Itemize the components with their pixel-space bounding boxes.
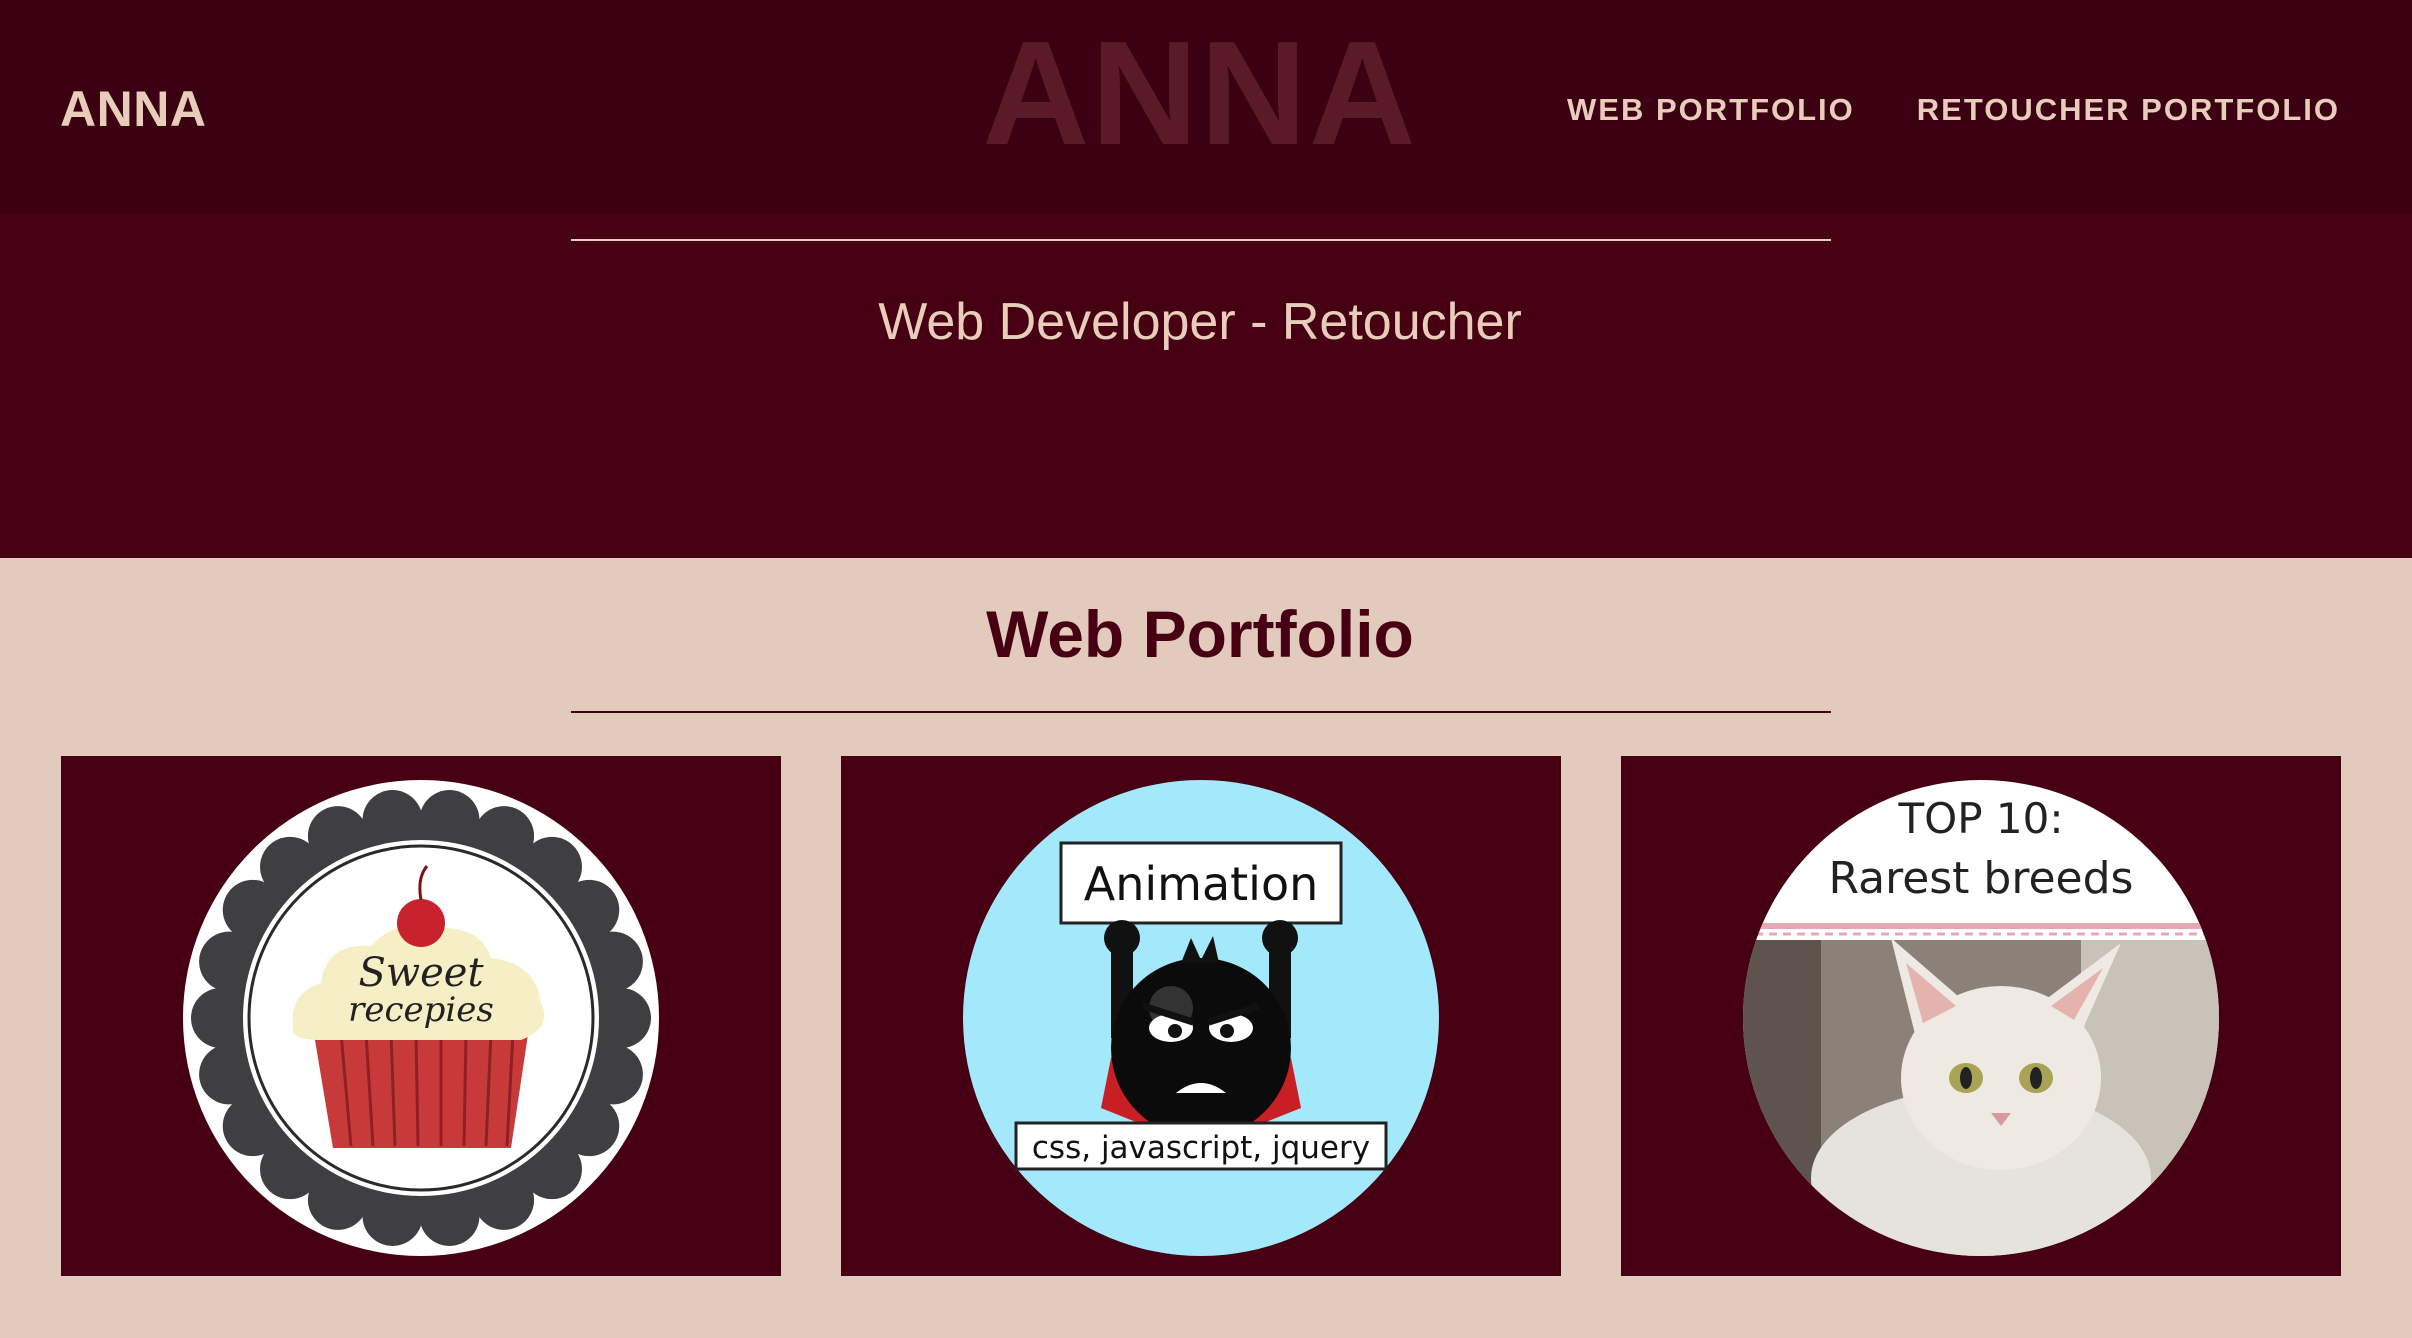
- brand-logo-link[interactable]: ANNA: [60, 80, 206, 138]
- angry-bomb-logo-icon: Animation css, javascript, jquery: [963, 780, 1439, 1256]
- nav-link-retoucher-portfolio[interactable]: RETOUCHER PORTFOLIO: [1917, 92, 2340, 128]
- portfolio-card-animation[interactable]: Animation css, javascript, jquery: [841, 756, 1561, 1276]
- scallop: [591, 988, 651, 1048]
- portfolio-card-sweet-recepies[interactable]: Sweet recepies: [61, 756, 781, 1276]
- hero-subtitle: Web Developer - Retoucher: [878, 293, 1522, 351]
- cupcake-label-line2: recepies: [348, 990, 494, 1030]
- animation-label-bottom: css, javascript, jquery: [1032, 1130, 1370, 1166]
- section-title-web-portfolio: Web Portfolio: [986, 597, 1414, 671]
- nav-link-web-portfolio[interactable]: WEB PORTFOLIO: [1567, 92, 1855, 128]
- animation-label-top: Animation: [1084, 857, 1319, 911]
- cat-photo-icon: TOP 10: Rarest breeds: [1743, 780, 2219, 1256]
- cupcake-logo-icon: Sweet recepies: [183, 780, 659, 1256]
- nav-links: WEB PORTFOLIO RETOUCHER PORTFOLIO: [1567, 92, 2340, 128]
- section-divider: [571, 711, 1831, 713]
- breeds-label-line2: Rarest breeds: [1829, 853, 2134, 904]
- breeds-label-line1: TOP 10:: [1898, 794, 2064, 843]
- top-divider: [571, 239, 1831, 241]
- scallop: [191, 988, 251, 1048]
- hero-section: ANNA ANNA WEB PORTFOLIO RETOUCHER PORTFO…: [0, 0, 2412, 558]
- navbar: ANNA ANNA WEB PORTFOLIO RETOUCHER PORTFO…: [0, 0, 2412, 214]
- portfolio-card-rarest-breeds[interactable]: TOP 10: Rarest breeds: [1621, 756, 2341, 1276]
